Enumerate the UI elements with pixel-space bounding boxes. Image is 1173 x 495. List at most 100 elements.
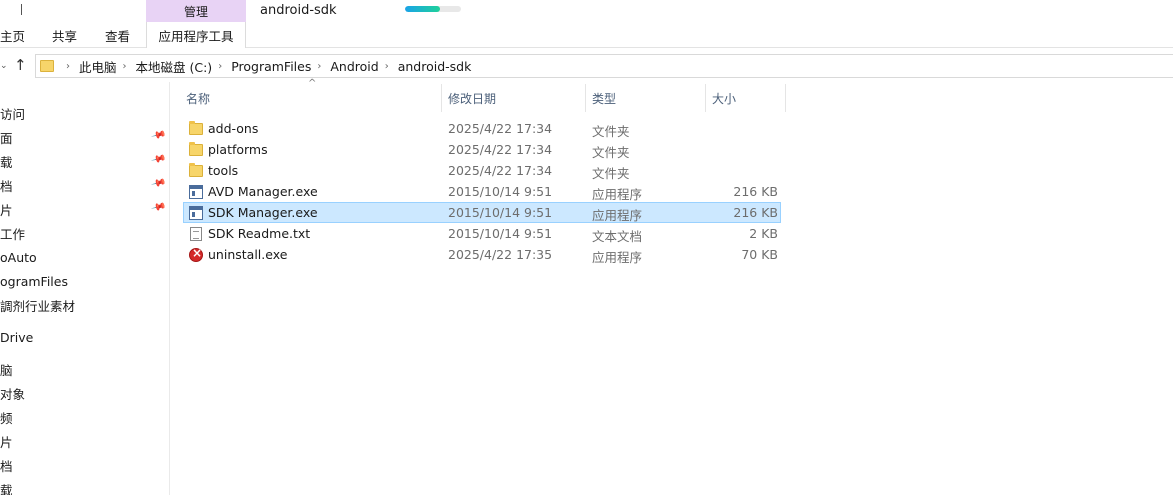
nav-item-label: 对象	[0, 386, 26, 402]
file-size: 70 KB	[741, 247, 778, 262]
file-row[interactable]: SDK Readme.txt 2015/10/14 9:51 文本文档 2 KB	[183, 223, 781, 244]
file-row[interactable]: platforms 2025/4/22 17:34 文件夹	[183, 139, 781, 160]
column-header-type[interactable]: 类型	[586, 84, 706, 112]
nav-item-desktop[interactable]: 面 📌	[0, 126, 168, 148]
folder-icon	[189, 163, 203, 177]
folder-icon	[189, 121, 203, 135]
file-name: tools	[208, 163, 239, 178]
file-date: 2015/10/14 9:51	[448, 184, 553, 199]
folder-icon	[40, 60, 54, 72]
uninstall-icon	[189, 246, 203, 262]
file-name: uninstall.exe	[208, 247, 288, 262]
file-type: 文件夹	[592, 145, 630, 160]
pin-icon[interactable]: 📌	[150, 200, 166, 216]
file-type: 文件夹	[592, 166, 630, 181]
file-row[interactable]: AVD Manager.exe 2015/10/14 9:51 应用程序 216…	[183, 181, 781, 202]
address-bar[interactable]: › 此电脑 › 本地磁盘 (C:) › ProgramFiles › Andro…	[35, 54, 1173, 78]
exe-icon	[189, 185, 203, 199]
nav-item-documents-pc[interactable]: 档	[0, 454, 168, 476]
file-size: 216 KB	[733, 184, 778, 199]
file-type: 文本文档	[592, 229, 643, 244]
breadcrumb-this-pc[interactable]: 此电脑	[79, 57, 117, 76]
nav-item-materials[interactable]: 調剂行业素材	[0, 294, 168, 316]
breadcrumb-android-sdk[interactable]: android-sdk	[398, 59, 472, 74]
pin-icon[interactable]: 📌	[150, 128, 166, 144]
pin-icon[interactable]: 📌	[150, 176, 166, 192]
nav-item-label: 片	[0, 434, 13, 450]
file-size: 2 KB	[749, 226, 778, 241]
column-header-size[interactable]: 大小	[706, 84, 786, 112]
file-name: add-ons	[208, 121, 259, 136]
nav-item-programfiles[interactable]: ogramFiles	[0, 270, 168, 292]
file-date: 2015/10/14 9:51	[448, 226, 553, 241]
file-type: 应用程序	[592, 208, 643, 223]
nav-item-label: oAuto	[0, 249, 37, 265]
pin-icon[interactable]: 📌	[150, 152, 166, 168]
title-bar: 管理 android-sdk	[0, 0, 1173, 22]
breadcrumb-android[interactable]: Android	[330, 59, 378, 74]
folder-icon	[189, 142, 203, 156]
nav-item-quick-access[interactable]: 访问	[0, 102, 168, 124]
file-name: SDK Manager.exe	[208, 205, 318, 220]
chevron-right-icon[interactable]: ›	[385, 61, 389, 72]
nav-item-this-pc[interactable]: 脑	[0, 358, 168, 380]
breadcrumb-local-disk[interactable]: 本地磁盘 (C:)	[136, 57, 213, 76]
column-header-name[interactable]: 名称	[180, 84, 442, 112]
nav-item-downloads[interactable]: 载 📌	[0, 150, 168, 172]
nav-item-documents[interactable]: 档 📌	[0, 174, 168, 196]
file-name: SDK Readme.txt	[208, 226, 311, 241]
tab-home[interactable]: 主页	[0, 22, 25, 48]
file-date: 2025/4/22 17:35	[448, 247, 553, 262]
chevron-right-icon[interactable]: ›	[66, 61, 70, 72]
nav-item-onedrive[interactable]: Drive	[0, 326, 168, 348]
nav-item-label: 調剂行业素材	[0, 298, 76, 314]
title-progress-bar	[405, 6, 461, 12]
file-row-selected[interactable]: SDK Manager.exe 2015/10/14 9:51 应用程序 216…	[183, 202, 781, 223]
nav-item-label: 载	[0, 154, 13, 170]
nav-item-oauto[interactable]: oAuto	[0, 246, 168, 268]
file-type: 应用程序	[592, 250, 643, 265]
nav-item-label: 载	[0, 482, 13, 495]
file-row[interactable]: uninstall.exe 2025/4/22 17:35 应用程序 70 KB	[183, 244, 781, 265]
nav-item-label: ogramFiles	[0, 273, 68, 289]
navigation-pane: 访问 面 📌 载 📌 档 📌 片 📌 工作 oAuto ogramFiles 調剂行业素…	[0, 82, 170, 495]
tab-view[interactable]: 查看	[105, 22, 130, 48]
nav-item-videos[interactable]: 频	[0, 406, 168, 428]
quick-access-toolbar[interactable]	[2, 4, 22, 15]
file-type: 应用程序	[592, 187, 643, 202]
nav-item-pictures[interactable]: 片 📌	[0, 198, 168, 220]
chevron-right-icon[interactable]: ›	[317, 61, 321, 72]
nav-item-label: 档	[0, 458, 13, 474]
file-date: 2015/10/14 9:51	[448, 205, 553, 220]
file-row[interactable]: add-ons 2025/4/22 17:34 文件夹	[183, 118, 781, 139]
breadcrumb-programfiles[interactable]: ProgramFiles	[231, 59, 311, 74]
up-arrow-icon[interactable]: ↑	[14, 56, 27, 74]
title-progress-fill	[405, 6, 440, 12]
chevron-right-icon[interactable]: ›	[218, 61, 222, 72]
text-file-icon	[190, 227, 202, 241]
file-date: 2025/4/22 17:34	[448, 142, 553, 157]
nav-item-label: 频	[0, 410, 13, 426]
exe-icon	[189, 206, 203, 220]
nav-item-downloads-pc[interactable]: 载	[0, 478, 168, 495]
ribbon-tabs: 主页 共享 查看 应用程序工具	[0, 22, 1173, 48]
nav-item-label: 片	[0, 202, 13, 218]
tab-app-tools[interactable]: 应用程序工具	[146, 22, 246, 48]
window-title: android-sdk	[260, 3, 337, 18]
tab-manage[interactable]: 管理	[146, 0, 246, 22]
file-row[interactable]: tools 2025/4/22 17:34 文件夹	[183, 160, 781, 181]
chevron-right-icon[interactable]: ›	[123, 61, 127, 72]
column-headers: ^ 名称 修改日期 类型 大小	[180, 78, 790, 112]
tab-share[interactable]: 共享	[52, 22, 77, 48]
nav-item-label: Drive	[0, 329, 34, 345]
nav-item-work[interactable]: 工作	[0, 222, 168, 244]
nav-item-3d-objects[interactable]: 对象	[0, 382, 168, 404]
column-header-date[interactable]: 修改日期	[442, 84, 586, 112]
nav-item-label: 访问	[0, 106, 26, 122]
recent-locations-chevron-icon[interactable]: ⌄	[0, 61, 8, 71]
file-date: 2025/4/22 17:34	[448, 121, 553, 136]
nav-item-label: 档	[0, 178, 13, 194]
address-row: ⌄ ↑ › 此电脑 › 本地磁盘 (C:) › ProgramFiles › A…	[0, 52, 1173, 80]
nav-item-pictures-pc[interactable]: 片	[0, 430, 168, 452]
file-name: AVD Manager.exe	[208, 184, 318, 199]
